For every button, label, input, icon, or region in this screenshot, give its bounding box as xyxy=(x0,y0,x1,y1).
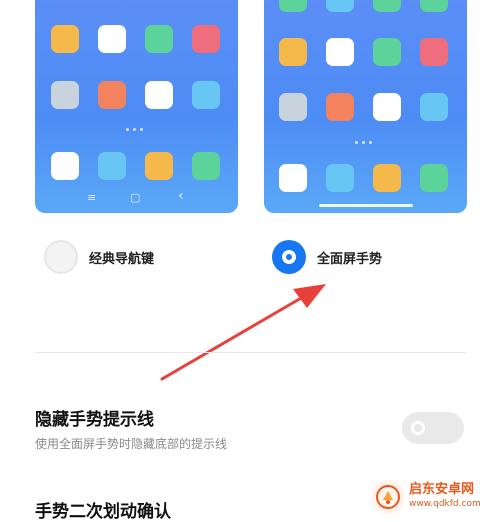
divider xyxy=(35,352,466,353)
setting-subtitle: 使用全面屏手势时隐藏底部的提示线 xyxy=(35,437,228,451)
watermark: 启东安卓网 www.qdkfd.com xyxy=(371,480,481,514)
setting-title-gesture-confirm: 手势二次划动确认 xyxy=(35,502,171,522)
setting-title-hide-hint-line: 隐藏手势提示线 xyxy=(35,410,154,430)
toggle-knob xyxy=(411,421,425,435)
watermark-logo-icon xyxy=(371,480,405,514)
watermark-name: 启东安卓网 xyxy=(409,482,475,497)
watermark-url: www.qdkfd.com xyxy=(409,499,481,509)
hide-hint-line-toggle[interactable] xyxy=(402,412,464,444)
